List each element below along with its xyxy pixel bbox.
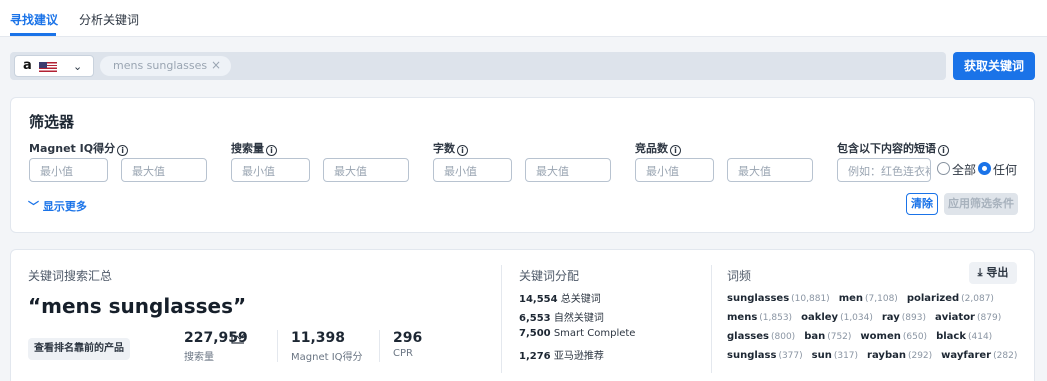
- freq-word: black: [936, 331, 966, 342]
- chevron-down-icon: ⌄: [73, 60, 83, 73]
- magnet-iq-max-input[interactable]: 最大值: [121, 158, 207, 182]
- freq-count: (414): [967, 332, 993, 342]
- phrase-input[interactable]: 例如：红色连衣裙: [837, 158, 931, 182]
- summary-title: 关键词搜索汇总: [28, 269, 113, 283]
- filter-panel: 筛选器 Magnet IQ得分 i 最小值 最大值 搜索量 i 最小值 最大值 字数…: [10, 97, 1035, 233]
- keyword-chip: mens sunglasses ×: [100, 56, 231, 76]
- active-tab-indicator: [10, 33, 56, 36]
- frequency-row: glasses (800) ban (752) women (650) black (414): [727, 331, 1001, 342]
- view-top-products-button[interactable]: 查看排名靠前的产品: [28, 338, 130, 360]
- freq-word: wayfarer: [941, 350, 992, 361]
- metric-divider: [277, 330, 278, 362]
- amazon-logo-icon: a: [23, 58, 32, 73]
- freq-word: aviator: [934, 312, 975, 323]
- freq-word: ray: [881, 312, 900, 323]
- magnet-iq-value: 11,398: [291, 330, 346, 346]
- freq-word: rayban: [867, 350, 906, 361]
- distribution-title: 关键词分配: [519, 269, 580, 283]
- magnet-iq-label: Magnet IQ得分: [291, 352, 363, 363]
- marketplace-select[interactable]: a ⌄: [14, 55, 94, 77]
- info-icon: i: [457, 145, 468, 156]
- competitors-min-input[interactable]: 最小值: [635, 158, 714, 182]
- freq-count: (317): [833, 351, 859, 361]
- freq-count: (10,881): [791, 294, 830, 304]
- cpr-value: 296: [393, 330, 423, 346]
- freq-count: (650): [902, 332, 928, 342]
- word-count-max-input[interactable]: 最大值: [525, 158, 611, 182]
- distribution-row: 7,500 Smart Complete: [519, 328, 636, 339]
- tab-find-suggestions[interactable]: 寻找建议: [10, 11, 58, 28]
- magnet-iq-min-input[interactable]: 最小值: [29, 158, 108, 182]
- top-tab-bar: 寻找建议 分析关键词: [0, 0, 1047, 37]
- info-icon: i: [938, 145, 949, 156]
- us-flag-icon: [39, 62, 57, 72]
- chip-close-icon[interactable]: ×: [211, 58, 221, 72]
- filter-label-phrase: 包含以下内容的短语 i: [837, 140, 949, 156]
- competitors-max-input[interactable]: 最大值: [727, 158, 813, 182]
- freq-count: (1,853): [759, 313, 793, 323]
- search-volume-min-input[interactable]: 最小值: [231, 158, 310, 182]
- download-icon: ⤓: [977, 266, 983, 279]
- distribution-row: 14,554 总关键词: [519, 294, 601, 305]
- freq-word: glasses: [727, 331, 769, 342]
- freq-word: women: [860, 331, 901, 342]
- freq-word: men: [838, 293, 864, 304]
- freq-word: mens: [727, 312, 758, 323]
- chevron-down-icon: ﹀: [28, 200, 39, 213]
- filter-label-competitors: 竞品数 i: [635, 140, 681, 156]
- frequency-title: 词频: [727, 269, 752, 283]
- get-keywords-button[interactable]: 获取关键词: [953, 52, 1035, 80]
- tab-analyze-keywords[interactable]: 分析关键词: [79, 11, 139, 28]
- freq-word: polarized: [906, 293, 960, 304]
- freq-count: (292): [907, 351, 933, 361]
- freq-count: (7,108): [865, 294, 898, 304]
- metric-divider: [379, 330, 380, 362]
- section-divider: [711, 265, 712, 373]
- export-button[interactable]: ⤓ 导出: [969, 262, 1017, 284]
- trend-chart-icon[interactable]: [231, 332, 245, 344]
- freq-count: (282): [993, 351, 1018, 361]
- frequency-row: sunglass (377) sun (317) rayban (292) wayfarer…: [727, 350, 1026, 361]
- freq-count: (2,087): [961, 294, 994, 304]
- radio-any-label: 任何: [993, 163, 1018, 177]
- frequency-row: mens (1,853) oakley (1,034) ray (893) aviator(…: [727, 312, 1010, 323]
- freq-count: (1,034): [840, 313, 873, 323]
- clear-button[interactable]: 清除: [906, 193, 938, 215]
- word-count-min-input[interactable]: 最小值: [433, 158, 512, 182]
- freq-count: (879): [977, 313, 1002, 323]
- keyword-chip-label: mens sunglasses: [113, 59, 208, 72]
- section-divider: [501, 265, 502, 373]
- search-volume-max-input[interactable]: 最大值: [323, 158, 409, 182]
- distribution-row: 6,553 自然关键词: [519, 313, 604, 324]
- freq-word: sun: [811, 350, 832, 361]
- radio-all[interactable]: [937, 162, 950, 175]
- filter-label-word-count: 字数 i: [433, 140, 468, 156]
- radio-any[interactable]: [978, 162, 991, 175]
- freq-count: (800): [770, 332, 796, 342]
- filter-label-search-volume: 搜索量 i: [231, 140, 277, 156]
- freq-word: oakley: [801, 312, 839, 323]
- apply-filters-button[interactable]: 应用筛选条件: [944, 193, 1018, 215]
- filter-label-magnet-iq: Magnet IQ得分 i: [29, 140, 129, 156]
- radio-all-label: 全部: [952, 163, 977, 177]
- search-volume-label: 搜索量: [184, 352, 214, 363]
- searched-keyword: “mens sunglasses”: [28, 294, 247, 318]
- info-icon: i: [266, 145, 277, 156]
- freq-count: (893): [901, 313, 926, 323]
- freq-count: (377): [778, 351, 803, 361]
- frequency-row: sunglasses (10,881) men (7,108) polarized (2,…: [727, 293, 1003, 304]
- freq-word: sunglass: [727, 350, 777, 361]
- info-icon: i: [670, 145, 681, 156]
- keyword-summary-panel: 关键词搜索汇总 “mens sunglasses” 查看排名靠前的产品 227,…: [10, 249, 1035, 381]
- freq-word: sunglasses: [727, 293, 790, 304]
- info-icon: i: [117, 145, 129, 156]
- show-more-link[interactable]: ﹀ 显示更多: [28, 198, 87, 214]
- freq-word: ban: [804, 331, 826, 342]
- keyword-search-bar[interactable]: a ⌄ mens sunglasses ×: [10, 52, 946, 80]
- filter-title: 筛选器: [29, 113, 75, 131]
- distribution-row: 1,276 亚马逊推荐: [519, 351, 604, 362]
- freq-count: (752): [827, 332, 852, 342]
- cpr-label: CPR: [393, 348, 413, 359]
